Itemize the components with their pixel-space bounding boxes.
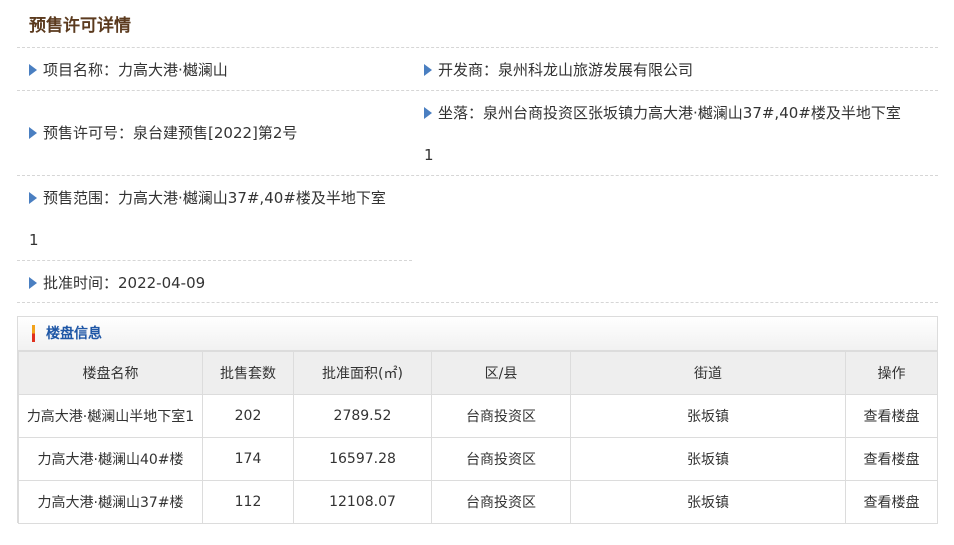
building-info-panel: 楼盘信息 楼盘名称 批售套数 批准面积(㎡) 区/县 街道 操作 力高大港·樾澜… — [17, 316, 938, 524]
triangle-right-icon — [29, 63, 37, 76]
building-table: 楼盘名称 批售套数 批准面积(㎡) 区/县 街道 操作 力高大港·樾澜山半地下室… — [18, 351, 938, 524]
panel-title: 楼盘信息 — [46, 326, 102, 342]
divider — [17, 90, 938, 91]
cell-street: 张坂镇 — [570, 437, 846, 481]
divider — [17, 175, 938, 176]
view-building-link[interactable]: 查看楼盘 — [864, 452, 920, 468]
location-text-line1: 坐落：泉州台商投资区张坂镇力高大港·樾澜山37#,40#楼及半地下室 — [438, 104, 901, 122]
cell-area: 16597.28 — [293, 437, 432, 481]
cell-units: 112 — [202, 480, 294, 524]
scope-text-line1: 预售范围：力高大港·樾澜山37#,40#楼及半地下室 — [43, 189, 386, 207]
view-building-link[interactable]: 查看楼盘 — [864, 495, 920, 511]
field-approve-time: 批准时间：2022-04-09 — [29, 271, 205, 295]
cell-units: 202 — [202, 394, 294, 438]
col-header-district: 区/县 — [431, 351, 571, 395]
triangle-right-icon — [424, 106, 432, 119]
cell-district: 台商投资区 — [431, 437, 571, 481]
permit-no-text: 预售许可号：泉台建预售[2022]第2号 — [43, 124, 298, 142]
cell-area: 12108.07 — [293, 480, 432, 524]
divider — [17, 260, 412, 261]
triangle-right-icon — [29, 191, 37, 204]
field-scope: 预售范围：力高大港·樾澜山37#,40#楼及半地下室 — [29, 186, 386, 210]
cell-street: 张坂镇 — [570, 394, 846, 438]
col-header-action: 操作 — [845, 351, 938, 395]
cell-units: 174 — [202, 437, 294, 481]
field-permit-no: 预售许可号：泉台建预售[2022]第2号 — [29, 121, 297, 145]
field-project-name: 项目名称：力高大港·樾澜山 — [29, 58, 228, 82]
approve-time-text: 批准时间：2022-04-09 — [43, 274, 206, 292]
table-header-row: 楼盘名称 批售套数 批准面积(㎡) 区/县 街道 操作 — [18, 351, 938, 395]
page-title: 预售许可详情 — [29, 16, 131, 36]
table-row: 力高大港·樾澜山半地下室1 202 2789.52 台商投资区 张坂镇 查看楼盘 — [18, 394, 938, 438]
col-header-building-name: 楼盘名称 — [18, 351, 203, 395]
table-row: 力高大港·樾澜山40#楼 174 16597.28 台商投资区 张坂镇 查看楼盘 — [18, 437, 938, 481]
scope-text-line2: 1 — [29, 231, 39, 249]
developer-text: 开发商：泉州科龙山旅游发展有限公司 — [438, 61, 694, 79]
table-row: 力高大港·樾澜山37#楼 112 12108.07 台商投资区 张坂镇 查看楼盘 — [18, 480, 938, 524]
accent-bar-icon — [32, 325, 35, 342]
cell-district: 台商投资区 — [431, 394, 571, 438]
field-location: 坐落：泉州台商投资区张坂镇力高大港·樾澜山37#,40#楼及半地下室 — [424, 101, 901, 125]
triangle-right-icon — [29, 126, 37, 139]
col-header-area: 批准面积(㎡) — [293, 351, 432, 395]
triangle-right-icon — [424, 63, 432, 76]
triangle-right-icon — [29, 276, 37, 289]
col-header-units: 批售套数 — [202, 351, 294, 395]
cell-street: 张坂镇 — [570, 480, 846, 524]
panel-header: 楼盘信息 — [18, 317, 937, 351]
cell-district: 台商投资区 — [431, 480, 571, 524]
cell-building-name: 力高大港·樾澜山37#楼 — [18, 480, 203, 524]
cell-area: 2789.52 — [293, 394, 432, 438]
cell-building-name: 力高大港·樾澜山40#楼 — [18, 437, 203, 481]
field-developer: 开发商：泉州科龙山旅游发展有限公司 — [424, 58, 693, 82]
cell-building-name: 力高大港·樾澜山半地下室1 — [18, 394, 203, 438]
view-building-link[interactable]: 查看楼盘 — [864, 409, 920, 425]
divider — [17, 47, 938, 48]
divider — [17, 302, 938, 303]
col-header-street: 街道 — [570, 351, 846, 395]
project-name-text: 项目名称：力高大港·樾澜山 — [43, 61, 228, 79]
location-text-line2: 1 — [424, 146, 434, 164]
